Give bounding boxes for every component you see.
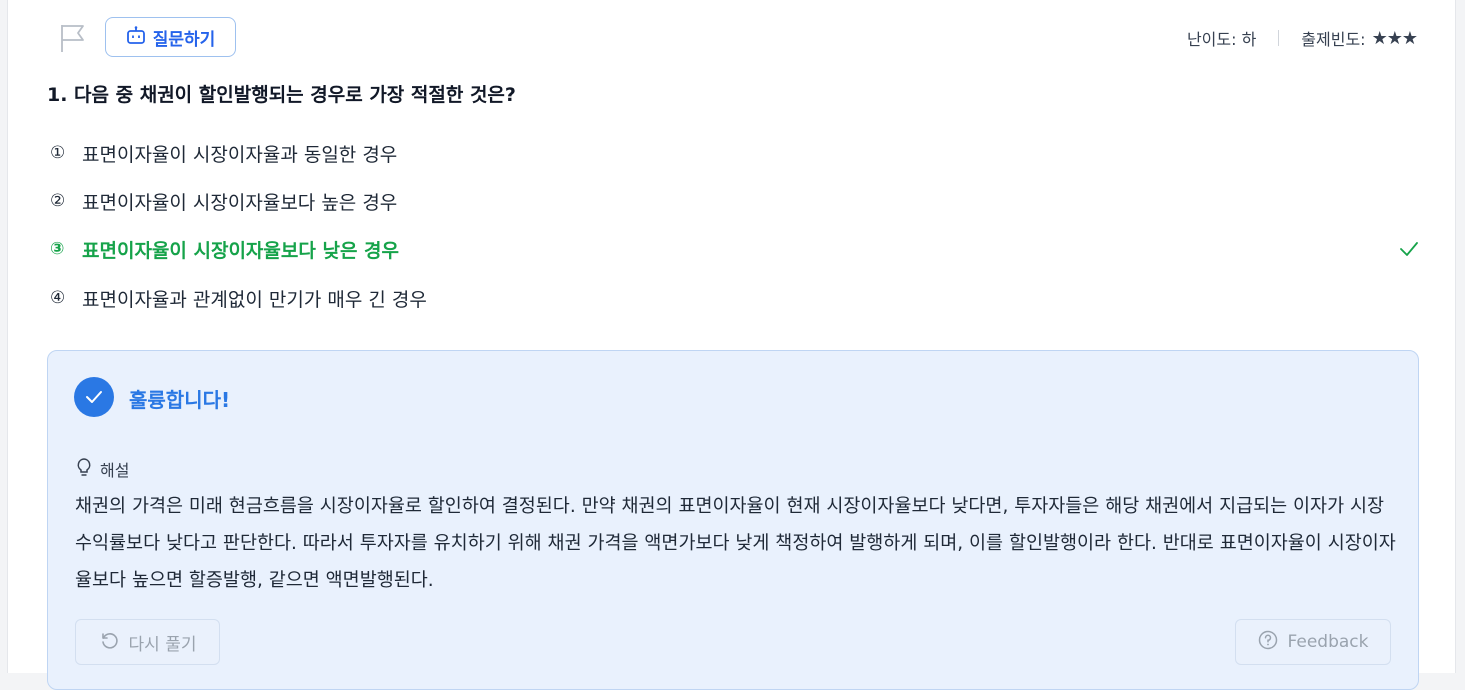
difficulty-label: 난이도: 하 bbox=[1186, 30, 1257, 49]
option-number: ③ bbox=[50, 239, 65, 259]
result-panel: 훌륭합니다! 해설 채권의 가격은 미래 현금흐름을 시장이자율로 할인하여 결… bbox=[47, 350, 1419, 690]
question-toolbar: 질문하기 난이도: 하 출제빈도: ★★★ bbox=[8, 17, 1455, 57]
feedback-label: Feedback bbox=[1287, 632, 1369, 652]
option-label: 표면이자율과 관계없이 만기가 매우 긴 경우 bbox=[82, 288, 427, 311]
ask-question-label: 질문하기 bbox=[152, 29, 216, 50]
question-card: 질문하기 난이도: 하 출제빈도: ★★★ 1. 다음 중 채권이 할인발행되는… bbox=[7, 0, 1456, 690]
frequency-stars: ★★★ bbox=[1371, 27, 1418, 49]
question-meta: 난이도: 하 출제빈도: ★★★ bbox=[1186, 26, 1418, 50]
explanation-text: 채권의 가격은 미래 현금흐름을 시장이자율로 할인하여 결정된다. 만약 채권… bbox=[75, 496, 1396, 591]
explanation-label: 해설 bbox=[100, 461, 130, 480]
option-3-correct[interactable]: ③ 표면이자율이 시장이자율보다 낮은 경우 bbox=[50, 234, 1420, 264]
option-number: ④ bbox=[50, 288, 66, 308]
feedback-button[interactable]: Feedback bbox=[1235, 619, 1391, 665]
robot-icon bbox=[126, 25, 146, 49]
flag-icon[interactable] bbox=[59, 23, 87, 53]
retry-label: 다시 풀기 bbox=[128, 634, 197, 655]
check-icon bbox=[1398, 239, 1420, 259]
retry-button[interactable]: 다시 풀기 bbox=[75, 619, 220, 665]
option-label: 표면이자율이 시장이자율보다 낮은 경우 bbox=[82, 239, 400, 262]
question-text: 1. 다음 중 채권이 할인발행되는 경우로 가장 적절한 것은? bbox=[47, 84, 516, 106]
option-2[interactable]: ② 표면이자율이 시장이자율보다 높은 경우 bbox=[50, 186, 1420, 216]
option-number: ① bbox=[50, 143, 66, 163]
option-4[interactable]: ④ 표면이자율과 관계없이 만기가 매우 긴 경우 bbox=[50, 283, 1420, 313]
ask-question-button[interactable]: 질문하기 bbox=[105, 17, 236, 57]
meta-divider bbox=[1278, 30, 1280, 46]
option-label: 표면이자율이 시장이자율과 동일한 경우 bbox=[82, 143, 398, 166]
success-check-icon bbox=[74, 377, 114, 417]
option-1[interactable]: ① 표면이자율이 시장이자율과 동일한 경우 bbox=[50, 138, 1420, 168]
option-label: 표면이자율이 시장이자율보다 높은 경우 bbox=[82, 191, 398, 214]
refresh-icon bbox=[99, 630, 119, 655]
lightbulb-icon bbox=[76, 457, 92, 481]
frequency-label: 출제빈도: bbox=[1301, 30, 1366, 49]
explanation-header: 해설 bbox=[76, 457, 129, 481]
option-number: ② bbox=[50, 191, 66, 211]
result-title: 훌륭합니다! bbox=[129, 388, 231, 412]
help-circle-icon bbox=[1258, 630, 1278, 655]
